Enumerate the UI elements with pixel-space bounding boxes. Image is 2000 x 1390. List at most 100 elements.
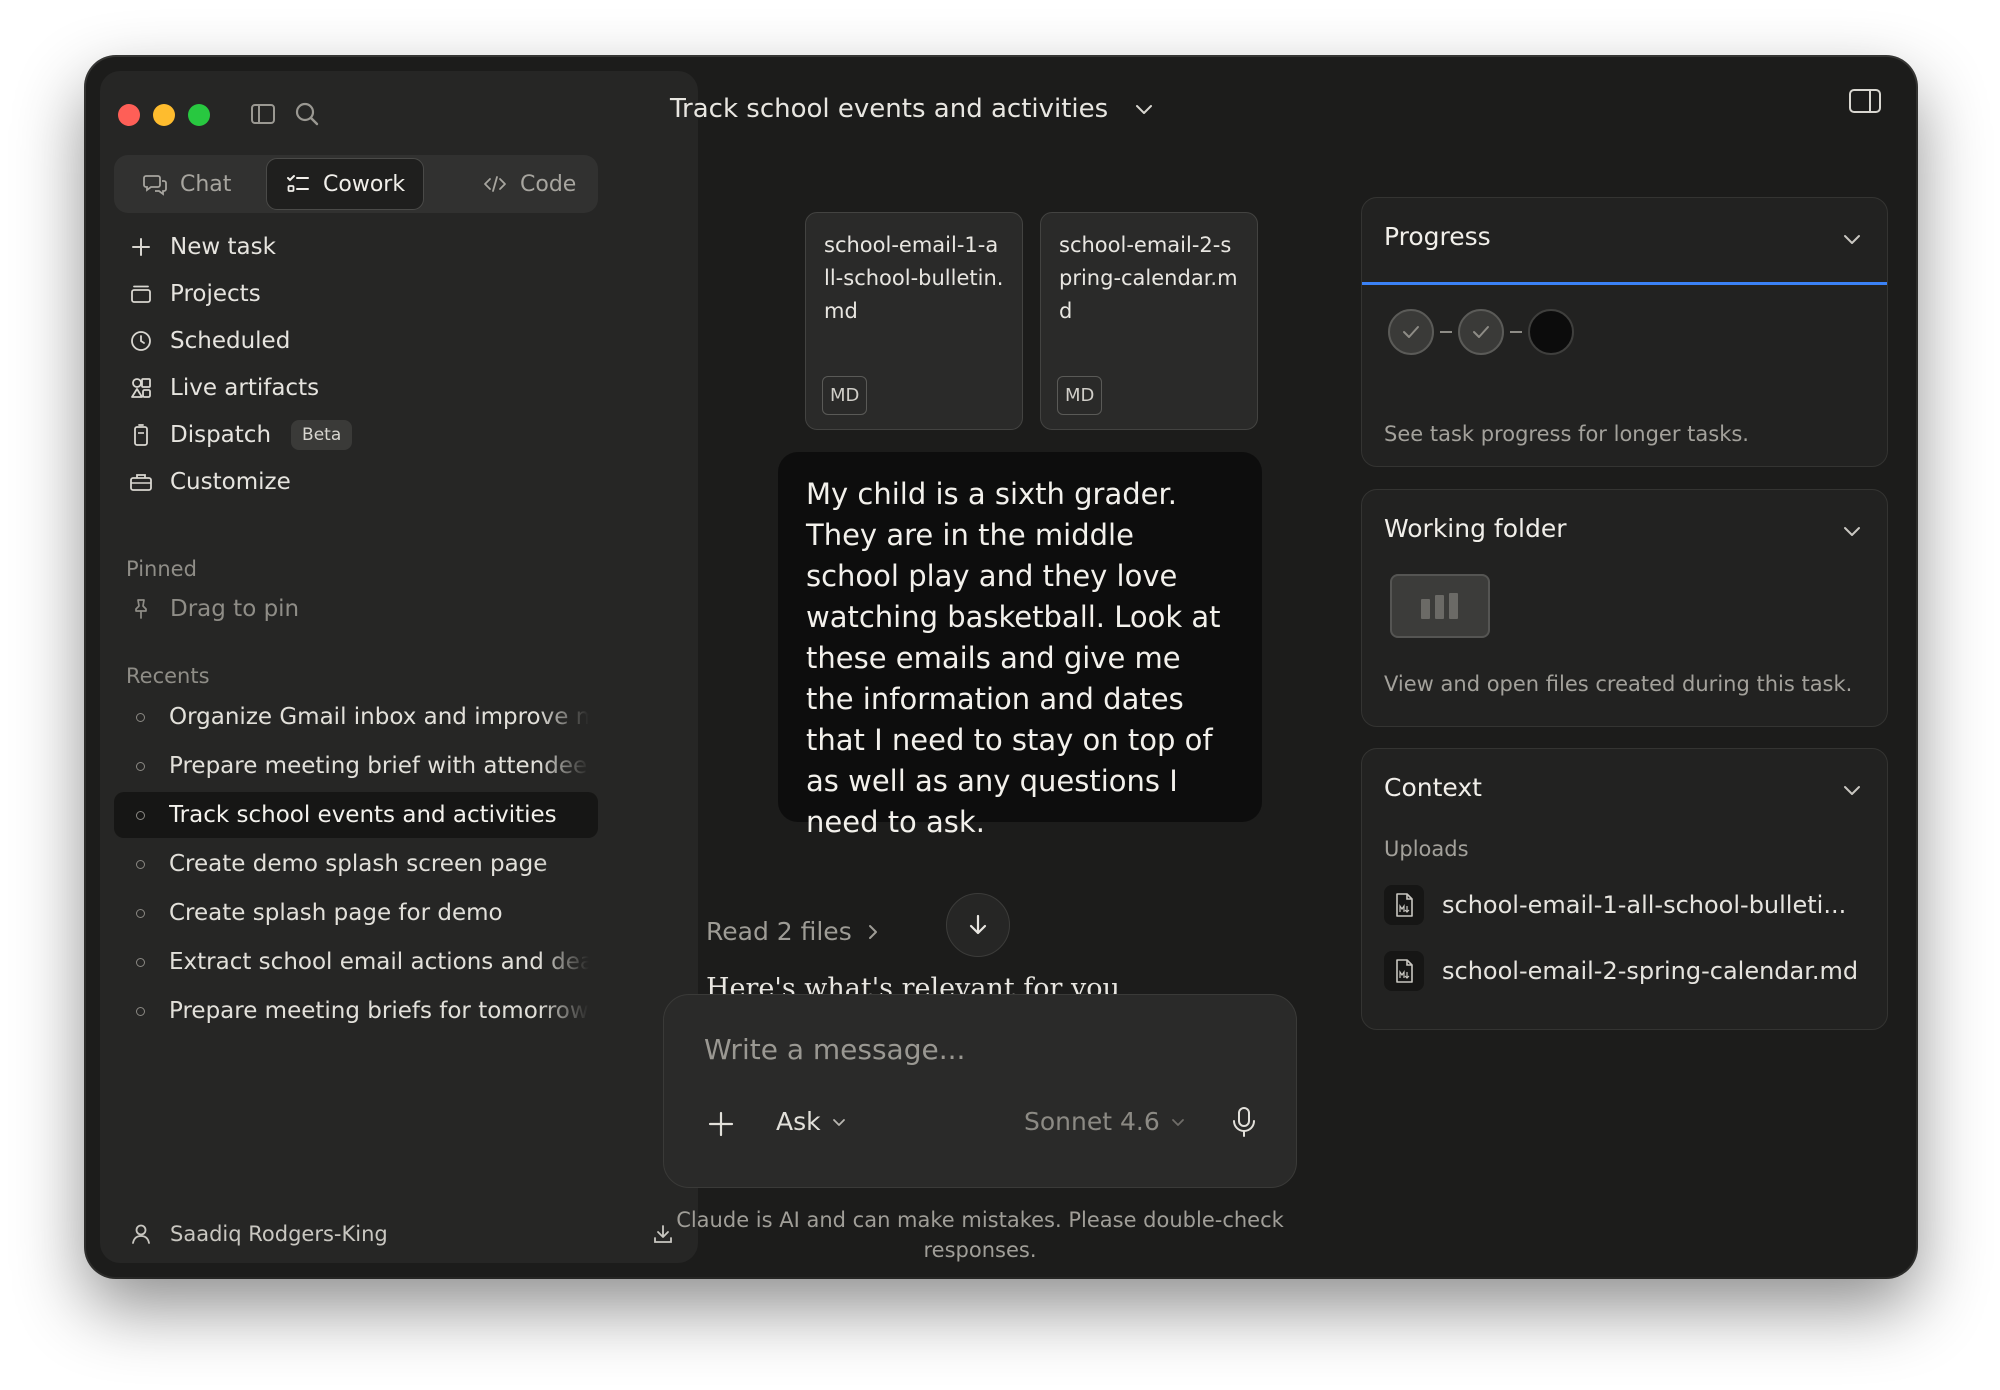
add-attachment-button[interactable] <box>706 1109 736 1143</box>
chevron-right-icon <box>868 924 877 939</box>
context-title: Context <box>1384 773 1482 802</box>
working-folder-panel: Working folder View and open files creat… <box>1361 489 1888 727</box>
step-complete-icon <box>1458 309 1504 355</box>
ai-disclaimer: Claude is AI and can make mistakes. Plea… <box>676 1208 1284 1262</box>
recent-item-label: Extract school email actions and deadlin… <box>169 949 589 975</box>
checklist-icon <box>287 175 309 192</box>
clock-icon <box>131 331 151 351</box>
sidebar: Chat Cowork Code New task Projects Sched… <box>100 71 698 1263</box>
model-select[interactable]: Sonnet 4.6 <box>1024 1107 1186 1136</box>
markdown-file-icon <box>1384 951 1424 991</box>
read-files-label: Read 2 files <box>706 917 852 946</box>
mode-select[interactable]: Ask <box>776 1107 847 1136</box>
close-window-button[interactable] <box>118 104 140 126</box>
markdown-file-icon <box>1384 885 1424 925</box>
recent-item-active[interactable]: Track school events and activities <box>114 792 598 838</box>
scheduled-label: Scheduled <box>170 328 291 354</box>
upload-file-name: school-email-2-spring-calendar.md <box>1442 957 1859 985</box>
step-connector <box>1510 331 1522 333</box>
right-panel-toggle-icon[interactable] <box>1848 87 1882 119</box>
chat-bubbles-icon <box>143 175 167 196</box>
mode-chat-label: Chat <box>180 171 232 197</box>
recent-item-label: Prepare meeting briefs for tomorrow <box>169 998 589 1024</box>
recent-dot-icon <box>136 810 145 820</box>
recent-item[interactable]: Prepare meeting briefs for tomorrow <box>114 988 598 1034</box>
recent-dot-icon <box>136 712 145 722</box>
attachment-name: school-email-1-all-school-bulletin.md <box>824 233 1004 323</box>
read-files-toggle[interactable]: Read 2 files <box>706 917 882 946</box>
folder-icon[interactable] <box>1390 574 1490 638</box>
task-title-dropdown[interactable]: Track school events and activities <box>670 85 1156 133</box>
recent-dot-icon <box>136 908 145 918</box>
working-folder-collapse-button[interactable] <box>1841 520 1863 546</box>
progress-tab-underline <box>1362 282 1887 285</box>
file-type-badge: MD <box>1057 376 1103 415</box>
message-composer: Ask Sonnet 4.6 <box>663 994 1297 1188</box>
arrow-down-icon <box>969 914 987 935</box>
recent-item-label: Create splash page for demo <box>169 900 503 926</box>
step-connector <box>1440 331 1452 333</box>
maximize-window-button[interactable] <box>188 104 210 126</box>
progress-panel: Progress See task progress for longer ta… <box>1361 197 1888 467</box>
recent-item-label: Prepare meeting brief with attendee rese… <box>169 753 589 779</box>
attachment-card[interactable]: school-email-1-all-school-bulletin.md MD <box>805 212 1023 430</box>
folder-icon <box>131 285 151 303</box>
chevron-down-icon <box>1844 786 1860 795</box>
working-folder-title: Working folder <box>1384 514 1567 543</box>
upload-item[interactable]: school-email-1-all-school-bulleti... <box>1384 885 1846 925</box>
pinned-heading: Pinned <box>126 557 197 581</box>
recent-item[interactable]: Prepare meeting brief with attendee rese… <box>114 743 598 789</box>
context-collapse-button[interactable] <box>1841 779 1863 805</box>
microphone-button[interactable] <box>1229 1105 1259 1143</box>
user-profile[interactable]: Saadiq Rodgers-King <box>128 1221 388 1247</box>
recent-dot-icon <box>136 859 145 869</box>
recent-item[interactable]: Create splash page for demo <box>114 890 598 936</box>
new-task-button[interactable]: New task <box>114 225 598 269</box>
recent-item[interactable]: Create demo splash screen page <box>114 841 598 887</box>
user-message-bubble: My child is a sixth grader. They are in … <box>778 452 1262 839</box>
message-input[interactable] <box>704 1033 1244 1066</box>
recent-item[interactable]: Extract school email actions and deadlin… <box>114 939 598 985</box>
mode-chat-tab[interactable]: Chat <box>124 158 249 210</box>
customize-label: Customize <box>170 469 291 495</box>
mode-switcher: Chat Cowork Code <box>114 155 598 213</box>
search-icon[interactable] <box>292 99 322 129</box>
working-folder-description: View and open files created during this … <box>1384 672 1853 696</box>
scheduled-nav-item[interactable]: Scheduled <box>114 319 598 363</box>
progress-collapse-button[interactable] <box>1841 228 1863 254</box>
progress-title: Progress <box>1384 222 1491 251</box>
chevron-down-icon <box>1136 105 1153 114</box>
shapes-icon <box>131 378 151 398</box>
live-artifacts-nav-item[interactable]: Live artifacts <box>114 366 598 410</box>
projects-label: Projects <box>170 281 261 307</box>
minimize-window-button[interactable] <box>153 104 175 126</box>
step-pending-icon <box>1528 309 1574 355</box>
model-select-label: Sonnet 4.6 <box>1024 1107 1160 1136</box>
plus-icon <box>708 1111 734 1137</box>
dispatch-label: Dispatch <box>170 422 272 448</box>
mode-select-label: Ask <box>776 1107 821 1136</box>
dispatch-nav-item[interactable]: Dispatch Beta <box>114 413 598 457</box>
microphone-icon <box>1233 1107 1255 1137</box>
task-title: Track school events and activities <box>670 94 1109 124</box>
progress-description: See task progress for longer tasks. <box>1384 422 1749 446</box>
recent-item-label: Track school events and activities <box>169 802 557 828</box>
recent-item[interactable]: Organize Gmail inbox and improve managem… <box>114 694 598 740</box>
recent-item-label: Create demo splash screen page <box>169 851 548 877</box>
drag-to-pin-area: Drag to pin <box>114 587 598 631</box>
projects-nav-item[interactable]: Projects <box>114 272 598 316</box>
plus-icon <box>132 238 150 256</box>
attachment-card[interactable]: school-email-2-spring-calendar.md MD <box>1040 212 1258 430</box>
app-window: Chat Cowork Code New task Projects Sched… <box>86 57 1916 1277</box>
mode-cowork-tab[interactable]: Cowork <box>266 158 425 210</box>
sidebar-toggle-icon[interactable] <box>248 99 278 129</box>
scroll-to-bottom-button[interactable] <box>946 893 1010 957</box>
chevron-down-icon <box>1844 527 1860 536</box>
recent-item-label: Organize Gmail inbox and improve managem… <box>169 704 589 730</box>
mode-code-tab[interactable]: Code <box>464 158 594 210</box>
uploads-heading: Uploads <box>1384 837 1469 861</box>
upload-item[interactable]: school-email-2-spring-calendar.md <box>1384 951 1858 991</box>
customize-nav-item[interactable]: Customize <box>114 460 598 504</box>
live-artifacts-label: Live artifacts <box>170 375 320 401</box>
user-name: Saadiq Rodgers-King <box>170 1222 388 1246</box>
